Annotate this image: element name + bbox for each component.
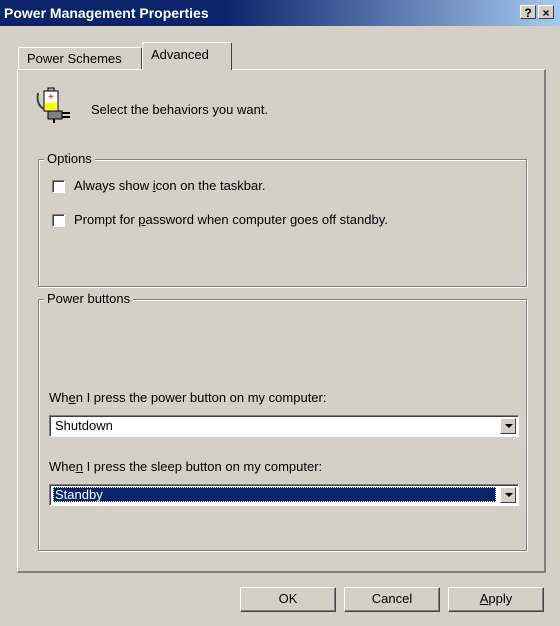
power-management-dialog: Power Management Properties ? × Power Sc… — [0, 0, 560, 626]
ok-button[interactable]: OK — [240, 587, 336, 612]
prompt-password-checkbox[interactable] — [52, 214, 65, 227]
sleep-button-select[interactable]: Standby — [49, 484, 519, 506]
show-icon-label[interactable]: Always show icon on the taskbar. — [74, 178, 266, 193]
title-bar[interactable]: Power Management Properties ? × — [0, 0, 560, 26]
apply-button[interactable]: Apply — [448, 587, 544, 612]
sleep-button-value: Standby — [53, 487, 496, 502]
tab-label: Advanced — [151, 47, 209, 62]
options-legend: Options — [44, 151, 95, 166]
prompt-password-label[interactable]: Prompt for password when computer goes o… — [74, 212, 388, 227]
power-button-select[interactable]: Shutdown — [49, 415, 519, 437]
chevron-down-icon — [505, 493, 513, 497]
sleep-dropdown-button[interactable] — [500, 487, 516, 503]
chevron-down-icon — [505, 424, 513, 428]
show-icon-checkbox[interactable] — [52, 180, 65, 193]
power-plug-battery-icon: + — [34, 85, 74, 125]
tab-advanced[interactable]: Advanced — [142, 42, 232, 70]
advanced-tab-panel: + Select the behaviors you want. Options… — [17, 69, 546, 573]
svg-text:+: + — [48, 92, 54, 103]
sleep-button-label: When I press the sleep button on my comp… — [49, 459, 323, 474]
power-button-value: Shutdown — [55, 418, 113, 433]
cancel-button[interactable]: Cancel — [344, 587, 440, 612]
tab-power-schemes[interactable]: Power Schemes — [18, 47, 142, 69]
power-button-label: When I press the power button on my comp… — [49, 390, 327, 405]
intro-text: Select the behaviors you want. — [91, 102, 269, 117]
close-button[interactable]: × — [538, 5, 554, 20]
help-button[interactable]: ? — [520, 5, 536, 20]
power-dropdown-button[interactable] — [500, 418, 516, 434]
power-buttons-legend: Power buttons — [44, 291, 134, 306]
tab-label: Power Schemes — [27, 51, 122, 66]
window-title: Power Management Properties — [4, 5, 209, 21]
